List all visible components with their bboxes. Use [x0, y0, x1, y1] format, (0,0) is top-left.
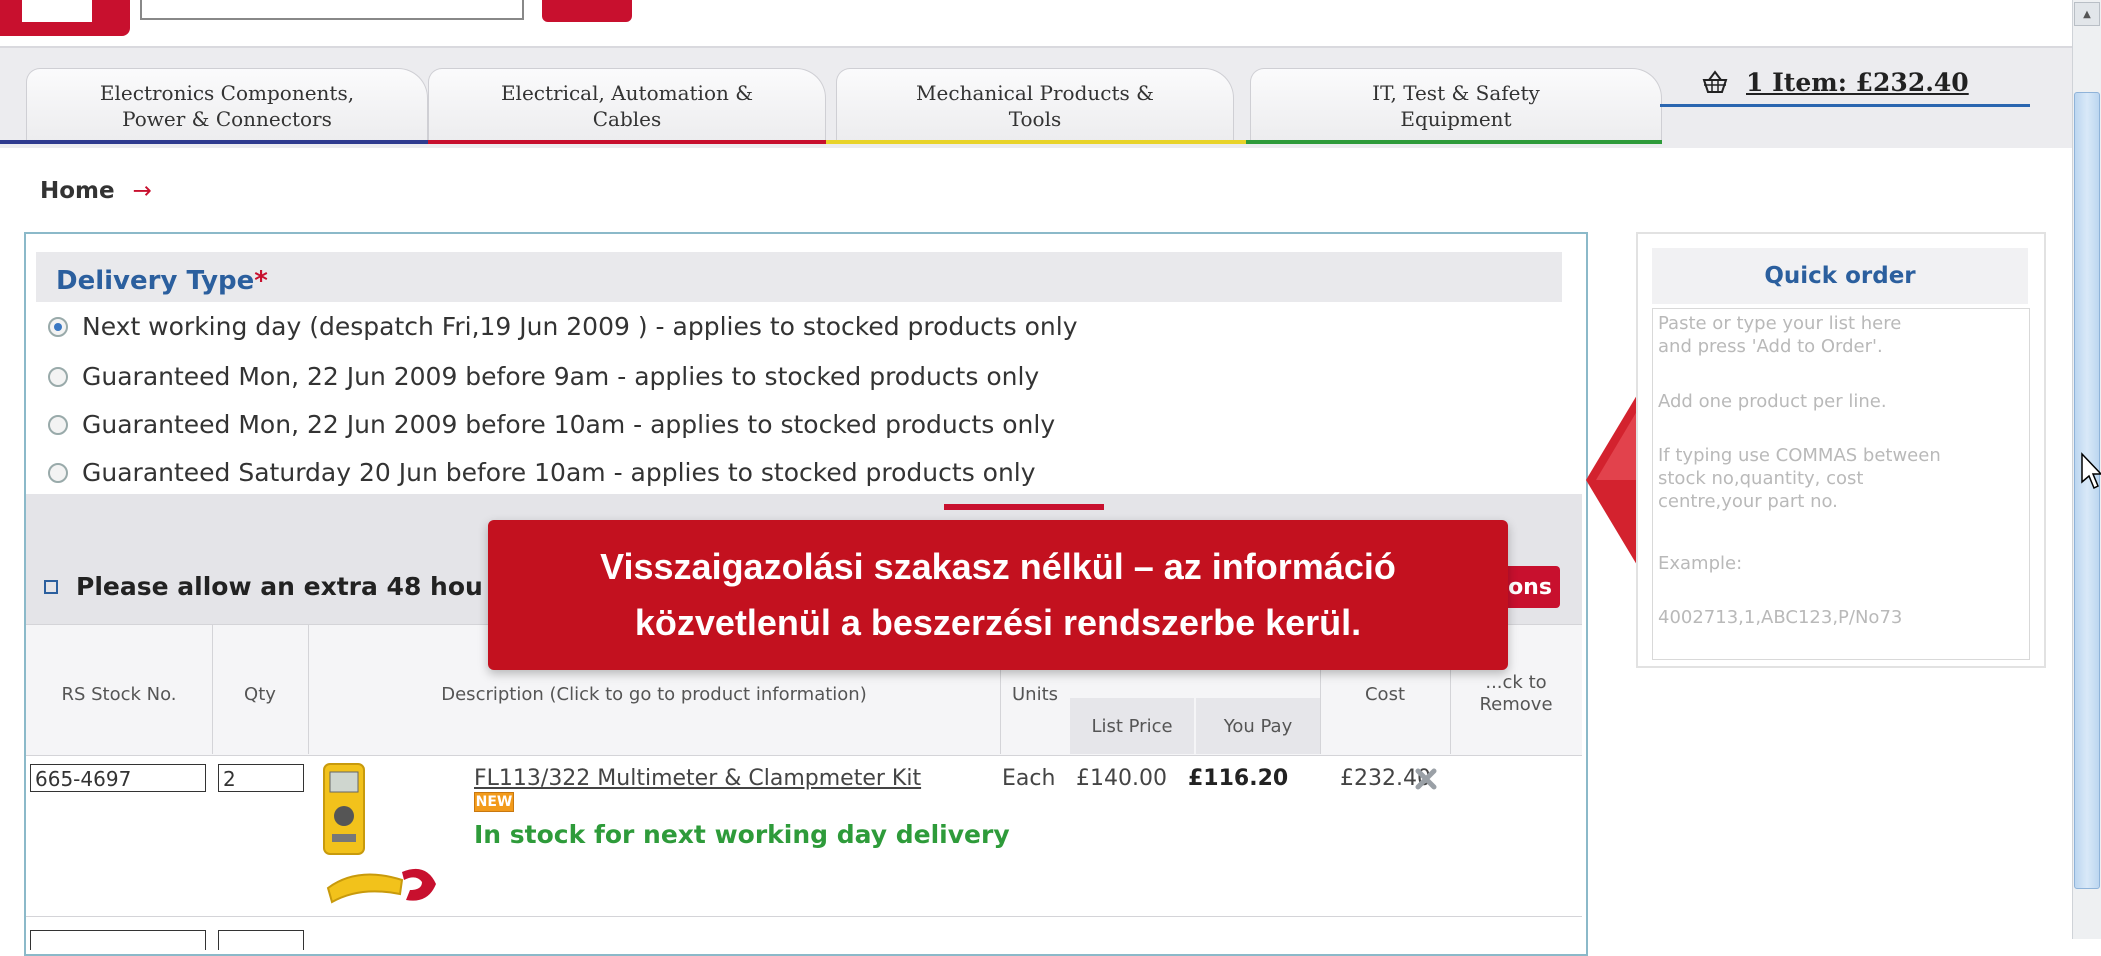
stock-status: In stock for next working day delivery: [474, 820, 1010, 849]
logo-mark: [22, 0, 92, 22]
options-button[interactable]: ons: [1500, 566, 1560, 608]
caption-overlay: Visszaigazolási szakasz nélkül – az info…: [488, 520, 1508, 670]
quantity-input[interactable]: 2: [218, 764, 304, 792]
delivery-type-title: Delivery Type*: [56, 266, 268, 296]
tab-accent-line: [0, 140, 428, 144]
quick-order-title: Quick order: [1764, 263, 1916, 289]
basket-total-link[interactable]: 1 Item: £232.40: [1746, 68, 1969, 97]
scroll-up-icon[interactable]: ▲: [2074, 2, 2100, 26]
header-list-price: List Price: [1091, 716, 1173, 737]
tab-label: IT, Test & Safety Equipment: [1372, 81, 1540, 131]
tab-label: Mechanical Products & Tools: [916, 81, 1154, 131]
tab-accent-line: [826, 140, 1246, 144]
basket-underline: [1660, 104, 2030, 107]
tab-accent-line: [1246, 140, 1662, 144]
delivery-option-saturday[interactable]: Guaranteed Saturday 20 Jun before 10am -…: [48, 458, 1036, 487]
quick-order-hint: Add one product per line.: [1658, 391, 1887, 412]
breadcrumb: Home →: [40, 178, 152, 204]
header-you-pay: You Pay: [1223, 716, 1293, 737]
radio-selected[interactable]: [48, 316, 68, 337]
units-value: Each: [1002, 766, 1056, 791]
search-input[interactable]: [140, 0, 524, 20]
header-cost: Cost: [1364, 684, 1406, 705]
new-badge: NEW: [474, 792, 514, 812]
quick-order-hint: 4002713,1,ABC123,P/No73: [1658, 607, 1903, 628]
mouse-cursor-icon: [2081, 452, 2101, 490]
delivery-notice: Please allow an extra 48 hou: [44, 572, 483, 601]
active-tab-indicator: [944, 504, 1104, 510]
stock-no-input-empty[interactable]: [30, 930, 206, 950]
required-marker: *: [254, 266, 268, 296]
radio-unselected[interactable]: [48, 366, 68, 387]
caption-text: Visszaigazolási szakasz nélkül – az info…: [600, 546, 1396, 643]
delivery-option-label: Guaranteed Mon, 22 Jun 2009 before 9am -…: [82, 362, 1040, 391]
tab-label: Electrical, Automation & Cables: [500, 81, 754, 131]
tab-electronics-components[interactable]: Electronics Components, Power & Connecto…: [26, 68, 428, 143]
quick-order-hint: Paste or type your list here and press '…: [1658, 313, 1902, 357]
header-description: Description (Click to go to product info…: [441, 684, 867, 705]
quantity-input-empty[interactable]: [218, 930, 304, 950]
list-price-value: £140.00: [1076, 766, 1167, 791]
breadcrumb-home-link[interactable]: Home: [40, 178, 115, 204]
delivery-option-mon-9am[interactable]: Guaranteed Mon, 22 Jun 2009 before 9am -…: [48, 362, 1039, 391]
delivery-notice-text: Please allow an extra 48 hou: [76, 572, 483, 601]
delivery-option-label: Guaranteed Saturday 20 Jun before 10am -…: [82, 458, 1036, 487]
delivery-option-label: Next working day (despatch Fri,19 Jun 20…: [82, 312, 1078, 341]
basket-icon: [1700, 70, 1730, 94]
tab-label: Electronics Components, Power & Connecto…: [99, 81, 355, 131]
basket-summary[interactable]: 1 Item: £232.40: [1700, 60, 2040, 104]
quick-order-hint: If typing use COMMAS between stock no,qu…: [1658, 445, 1941, 512]
delivery-option-mon-10am[interactable]: Guaranteed Mon, 22 Jun 2009 before 10am …: [48, 410, 1055, 439]
row-divider: [26, 916, 1582, 917]
tab-mechanical-products[interactable]: Mechanical Products & Tools: [836, 68, 1234, 143]
delivery-type-title-text: Delivery Type: [56, 266, 255, 296]
product-description-link[interactable]: FL113/322 Multimeter & Clampmeter Kit: [474, 766, 921, 791]
delivery-option-label: Guaranteed Mon, 22 Jun 2009 before 10am …: [82, 410, 1056, 439]
breadcrumb-arrow-icon: →: [132, 178, 152, 204]
stock-no-input[interactable]: 665-4697: [30, 764, 206, 792]
header-units: Units: [1011, 684, 1059, 705]
delivery-option-next-working-day[interactable]: Next working day (despatch Fri,19 Jun 20…: [48, 312, 1078, 341]
radio-unselected[interactable]: [48, 414, 68, 435]
quick-order-hint: Example:: [1658, 553, 1743, 574]
search-button[interactable]: [542, 0, 632, 22]
tab-accent-line: [428, 140, 826, 144]
remove-x-icon[interactable]: [1413, 766, 1439, 792]
bullet-icon: [44, 579, 58, 594]
tab-electrical-automation[interactable]: Electrical, Automation & Cables: [428, 68, 826, 143]
you-pay-value: £116.20: [1188, 766, 1289, 791]
header-qty: Qty: [244, 684, 276, 705]
product-thumbnail[interactable]: [318, 760, 446, 910]
radio-unselected[interactable]: [48, 462, 68, 483]
header-stock-no: RS Stock No.: [61, 684, 177, 705]
header-remove: ...ck to Remove: [1479, 672, 1553, 715]
tab-it-test-safety[interactable]: IT, Test & Safety Equipment: [1250, 68, 1662, 143]
